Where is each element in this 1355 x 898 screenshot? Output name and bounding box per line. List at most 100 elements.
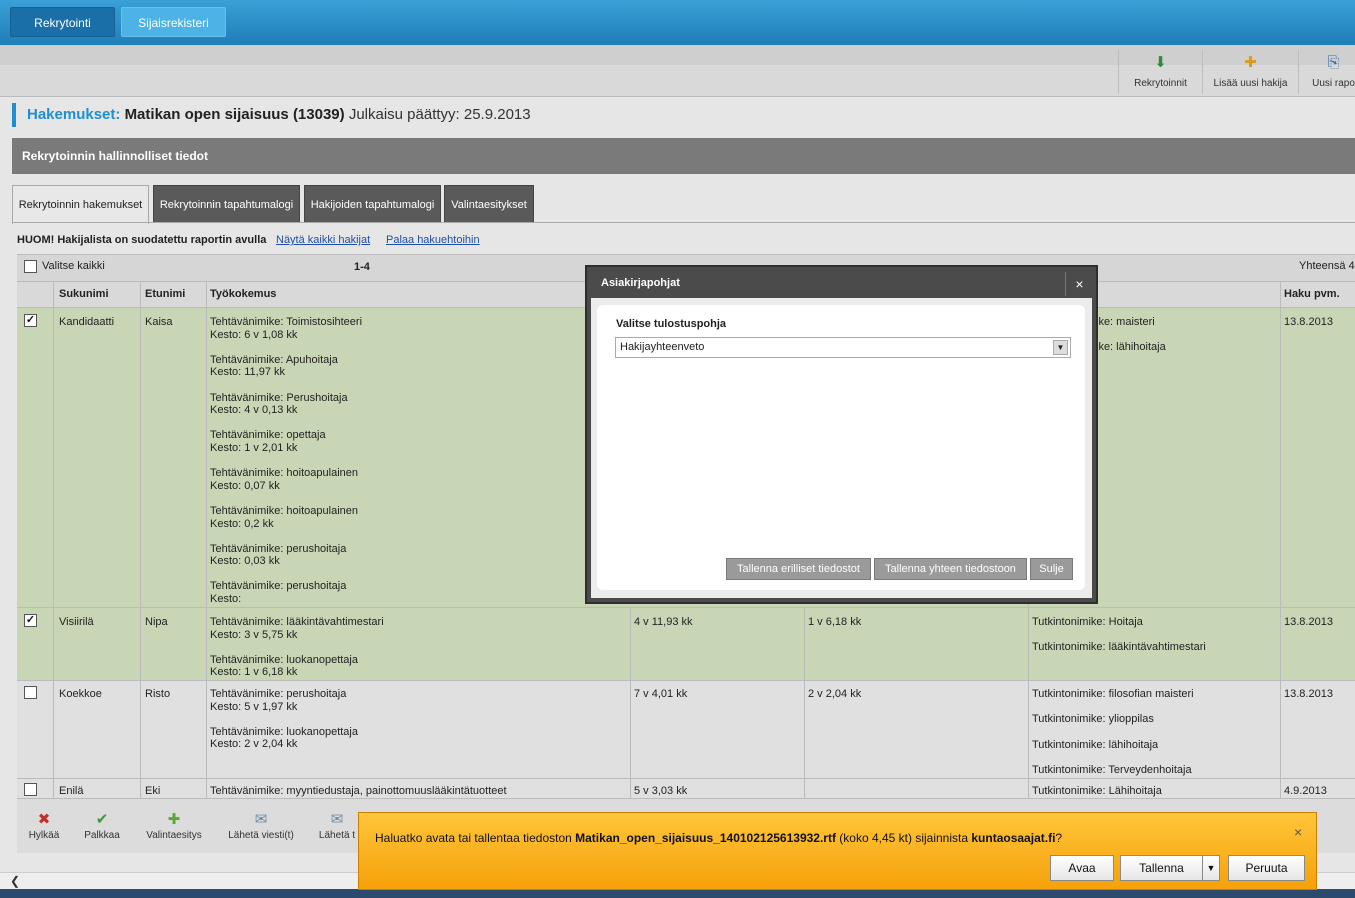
experience-title: Tehtävänimike: perushoitaja [210,580,347,593]
download-message-pre: Haluatko avata tai tallentaa tiedoston [375,831,576,845]
reject-label: Hylkää [28,830,60,841]
tab-sijaisrekisteri[interactable]: Sijaisrekisteri [121,7,226,37]
experience-duration: Kesto: 1 v 6,18 kk [210,666,298,679]
tab-rekrytoinnin-hakemukset[interactable]: Rekrytoinnin hakemukset [12,185,149,224]
header-sukunimi[interactable]: Sukunimi [59,288,109,300]
experience-duration: Kesto: 3 v 5,75 kk [210,628,298,641]
chevron-down-icon[interactable]: ▼ [1053,340,1068,355]
row-checkbox[interactable]: ✓ [24,614,37,627]
tab-underline [12,222,1355,223]
cell-degree: ike: maisteri [1096,316,1155,328]
column-divider [206,281,207,798]
experience-title: Tehtävänimike: Apuhoitaja [210,353,338,366]
download-filename: Matikan_open_sijaisuus_140102125613932.r… [575,831,836,845]
cell-total-experience: 5 v 3,03 kk [634,785,688,797]
back-to-search-link[interactable]: Palaa hakuehtoihin [386,234,480,246]
header-tyokokemus[interactable]: Työkokemus [210,288,276,300]
header-haku-pvm[interactable]: Haku pvm. [1284,288,1340,300]
new-report-button[interactable]: ⎘ Uusi rapo [1298,50,1355,94]
experience-duration: Kesto: 4 v 0,13 kk [210,404,298,417]
cell-tyokokemus: Tehtävänimike: lääkintävahtimestari Kesto… [210,616,384,692]
column-divider [630,608,631,798]
tab-hakijoiden-tapahtumalogi[interactable]: Hakijoiden tapahtumalogi [304,185,441,223]
header-etunimi[interactable]: Etunimi [145,288,185,300]
experience-duration: Kesto: [210,593,242,606]
show-all-link[interactable]: Näytä kaikki hakijat [276,234,370,246]
experience-title: Tehtävänimike: hoitoapulainen [210,467,358,480]
proposal-button[interactable]: ✚ Valintaesitys [140,810,208,841]
cell-sukunimi: Enilä [59,785,84,797]
send-icon: ✉ [330,811,344,828]
cell-sukunimi: Visiirilä [59,616,94,628]
page-title-name: Matikan open sijaisuus (13039) [124,106,345,123]
experience-duration: Kesto: 0,07 kk [210,479,280,492]
cell-degree: ike: lähihoitaja [1096,341,1166,353]
template-select-label: Valitse tulostuspohja [616,318,727,330]
taskbar [0,889,1355,898]
cell-tyokokemus: Tehtävänimike: perushoitaja Kesto: 5 v 1,… [210,688,358,764]
download-close-icon[interactable]: × [1294,824,1302,840]
save-single-button[interactable]: Tallenna yhteen tiedostoon [874,558,1027,580]
experience-title: Tehtävänimike: hoitoapulainen [210,504,358,517]
cell-degree: Tutkintonimike: Hoitaja [1032,616,1143,628]
new-report-label: Uusi rapo [1312,78,1355,89]
column-divider [1280,281,1281,798]
cell-degree: Tutkintonimike: ylioppilas [1032,713,1154,725]
save-options-dropdown[interactable]: ▼ [1202,855,1220,881]
close-dialog-button[interactable]: Sulje [1030,558,1073,580]
rekrytoinnit-button[interactable]: ⬇ Rekrytoinnit [1118,50,1202,94]
download-message-mid: (koko 4,45 kt) sijainnista [835,831,972,845]
hire-icon: ✔ [95,811,109,828]
template-select[interactable]: Hakijayhteenveto ▼ [615,337,1071,358]
section-header: Rekrytoinnin hallinnolliset tiedot [12,138,1355,174]
dialog-close-icon[interactable]: × [1065,272,1093,296]
cell-haku-pvm: 13.8.2013 [1284,616,1333,628]
cell-tyokokemus: Tehtävänimike: Toimistosihteeri Kesto: 6 … [210,316,362,618]
cell-haku-pvm: 13.8.2013 [1284,316,1333,328]
tab-valintaesitykset[interactable]: Valintaesitykset [444,185,534,223]
experience-title: Tehtävänimike: lääkintävahtimestari [210,616,384,628]
reject-button[interactable]: ✖ Hylkää [22,810,66,841]
send-other-button[interactable]: ✉ Lähetä t [315,810,359,841]
cell-etunimi: Risto [145,688,171,700]
row-checkbox[interactable] [24,686,37,699]
add-user-icon: ✚ [1244,54,1257,71]
select-all-label: Valitse kaikki [42,260,105,272]
row-checkbox[interactable]: ✓ [24,314,37,327]
experience-duration: Kesto: 11,97 kk [210,366,286,379]
row-checkbox[interactable] [24,783,37,796]
tab-rekrytoinnin-tapahtumalogi[interactable]: Rekrytoinnin tapahtumalogi [153,185,300,223]
dialog-title: Asiakirjapohjat [601,277,680,289]
experience-duration: Kesto: 5 v 1,97 kk [210,700,298,713]
scroll-left-icon[interactable]: ❮ [10,874,20,888]
proposal-icon: ✚ [167,811,181,828]
cell-relevant-experience: 2 v 2,04 kk [808,688,862,700]
experience-duration: Kesto: 1 v 2,01 kk [210,441,298,454]
cell-sukunimi: Koekkoe [59,688,102,700]
save-separate-button[interactable]: Tallenna erilliset tiedostot [726,558,871,580]
experience-title: Tehtävänimike: Perushoitaja [210,391,348,404]
clipped-row: Enilä Eki Tehtävänimike: myyntiedustaja,… [17,781,1355,797]
select-all-checkbox[interactable] [24,260,37,273]
reject-icon: ✖ [37,811,51,828]
download-icon: ⬇ [1154,54,1167,71]
hire-label: Palkkaa [84,830,120,841]
experience-title: Tehtävänimike: opettaja [210,429,326,442]
column-divider [140,281,141,798]
experience-duration: Kesto: 0,2 kk [210,517,274,530]
experience-title: Tehtävänimike: luokanopettaja [210,653,358,666]
experience-title: Tehtävänimike: perushoitaja [210,688,347,700]
cell-degree: Tutkintonimike: Lähihoitaja [1032,785,1162,797]
cancel-download-button[interactable]: Peruuta [1228,855,1305,881]
add-applicant-button[interactable]: ✚ Lisää uusi hakija [1202,50,1298,94]
tab-rekrytointi[interactable]: Rekrytointi [10,7,115,37]
template-select-value: Hakijayhteenveto [620,341,705,353]
page-title: Hakemukset: Matikan open sijaisuus (1303… [12,103,1355,127]
cell-total-experience: 7 v 4,01 kk [634,688,688,700]
save-file-button[interactable]: Tallenna [1120,855,1203,881]
hire-button[interactable]: ✔ Palkkaa [78,810,126,841]
send-message-button[interactable]: ✉ Lähetä viesti(t) [222,810,300,841]
experience-title: Tehtävänimike: Toimistosihteeri [210,316,363,328]
cell-haku-pvm: 4.9.2013 [1284,785,1327,797]
open-file-button[interactable]: Avaa [1050,855,1114,881]
